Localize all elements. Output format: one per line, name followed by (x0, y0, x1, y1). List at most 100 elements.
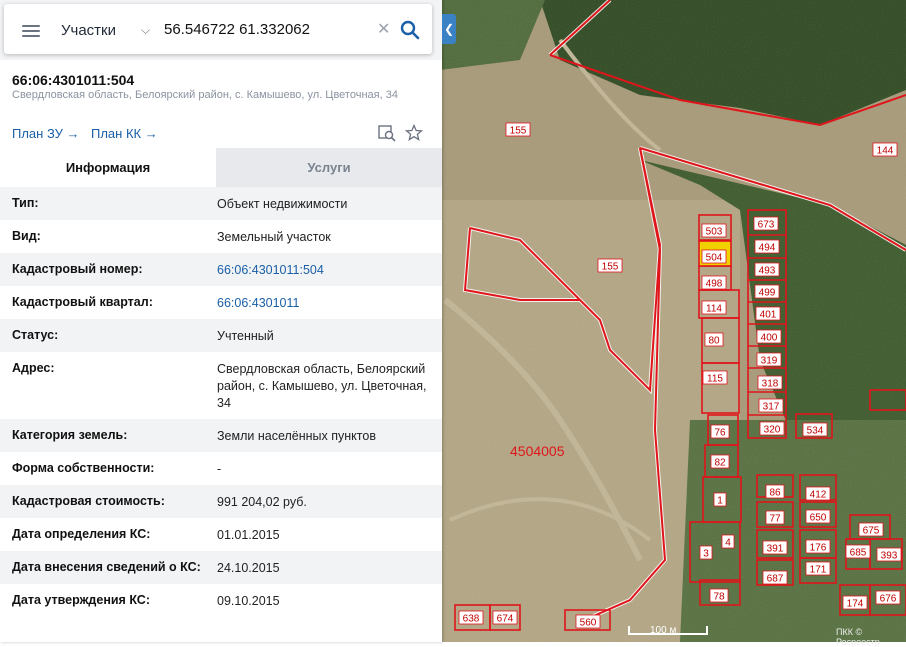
row-key: Адрес: (12, 361, 55, 375)
plot-label[interactable]: 493 (759, 266, 776, 277)
plot-label[interactable]: 76 (714, 428, 726, 439)
plot-label[interactable]: 171 (810, 565, 827, 576)
plot-label[interactable]: 77 (769, 514, 781, 525)
plot-label[interactable]: 115 (707, 374, 723, 385)
row-key: Тип: (12, 196, 39, 210)
plot-label[interactable]: 504 (706, 253, 723, 264)
table-row: Статус: Учтенный (0, 319, 442, 352)
row-key: Дата определения КС: (12, 527, 151, 541)
row-key: Кадастровый номер: (12, 262, 143, 276)
copyright-label: ПКК © Росреестр (836, 627, 880, 647)
plot-label[interactable]: 494 (759, 243, 776, 254)
row-value: Объект недвижимости (217, 197, 348, 211)
table-row: Тип: Объект недвижимости (0, 187, 442, 220)
plot-label[interactable]: 3 (703, 549, 709, 560)
row-value: 991 204,02 руб. (217, 495, 307, 509)
collapse-panel-button[interactable]: ❮ (442, 14, 456, 44)
table-row: Дата определения КС: 01.01.2015 (0, 518, 442, 551)
plot-label[interactable]: 86 (769, 488, 781, 499)
row-value: Свердловская область, Белоярский район, … (217, 362, 427, 410)
plot-label[interactable]: 499 (759, 288, 776, 299)
row-key: Дата внесения сведений о КС: (12, 560, 201, 574)
table-row: Дата внесения сведений о КС: 24.10.2015 (0, 551, 442, 584)
table-row: Вид: Земельный участок (0, 220, 442, 253)
row-key: Кадастровый квартал: (12, 295, 153, 309)
table-row: Кадастровый номер: 66:06:4301011:504 (0, 253, 442, 286)
row-value: Учтенный (217, 329, 274, 343)
plot-label[interactable]: 400 (761, 333, 778, 344)
row-value: 01.01.2015 (217, 528, 280, 542)
row-value: - (217, 462, 222, 476)
row-key: Форма собственности: (12, 461, 155, 475)
plot-label[interactable]: 534 (807, 426, 824, 437)
plot-label[interactable]: 78 (713, 592, 725, 603)
table-row: Кадастровый квартал: 66:06:4301011 (0, 286, 442, 319)
row-value: Земельный участок (217, 230, 331, 244)
row-value: Земли населённых пунктов (217, 429, 376, 443)
address-subtitle: Свердловская область, Белоярский район, … (12, 89, 398, 101)
cadastral-number-title: 66:06:4301011:504 (12, 72, 135, 88)
plot-label[interactable]: 155 (602, 262, 619, 273)
tab-information[interactable]: Информация (0, 148, 216, 187)
plot-label[interactable]: 318 (762, 379, 779, 390)
chevron-down-icon[interactable]: ⌵ (141, 23, 150, 38)
plot-label[interactable]: 560 (580, 618, 597, 629)
plot-label[interactable]: 675 (863, 526, 880, 537)
plot-label[interactable]: 674 (497, 614, 514, 625)
search-icon[interactable] (400, 20, 420, 40)
tabs: Информация Услуги (0, 148, 442, 187)
map-search-icon[interactable] (378, 124, 396, 142)
plot-label[interactable]: 82 (714, 458, 726, 469)
row-key: Дата утверждения КС: (12, 593, 150, 607)
star-icon[interactable] (405, 124, 423, 142)
plan-zu-link[interactable]: План ЗУ → (12, 126, 80, 141)
plan-kk-link[interactable]: План КК → (91, 126, 158, 141)
plot-label[interactable]: 650 (810, 513, 827, 524)
plot-label[interactable]: 114 (706, 304, 722, 315)
search-input[interactable] (164, 16, 376, 42)
cadastral-number-link[interactable]: 66:06:4301011:504 (217, 262, 432, 279)
plot-label[interactable]: 320 (764, 425, 781, 436)
table-row: Адрес: Свердловская область, Белоярский р… (0, 352, 442, 419)
close-icon[interactable]: ✕ (377, 22, 390, 38)
search-category[interactable]: Участки (61, 22, 116, 39)
plot-label[interactable]: 80 (708, 336, 720, 347)
plot-label[interactable]: 673 (758, 220, 775, 231)
info-panel: Участки ⌵ ✕ 66:06:4301011:504 Свердловск… (0, 0, 442, 642)
menu-icon[interactable] (22, 25, 40, 37)
row-value: 24.10.2015 (217, 561, 280, 575)
table-row: Кадастровая стоимость: 991 204,02 руб. (0, 485, 442, 518)
plot-label[interactable]: 393 (881, 551, 898, 562)
search-bar[interactable]: Участки ⌵ ✕ (4, 4, 432, 54)
cadastral-quarter-link[interactable]: 66:06:4301011 (217, 295, 432, 312)
plot-label[interactable]: 317 (763, 402, 780, 413)
row-key: Категория земель: (12, 428, 128, 442)
table-row: Категория земель: Земли населённых пункто… (0, 419, 442, 452)
plot-label[interactable]: 676 (880, 594, 897, 605)
scale-label: 100 м (650, 625, 677, 636)
plot-label[interactable]: 319 (761, 356, 778, 367)
row-key: Вид: (12, 229, 41, 243)
plot-label[interactable]: 176 (810, 543, 827, 554)
plot-label[interactable]: 503 (706, 227, 723, 238)
plot-label[interactable]: 1 (717, 496, 723, 507)
plot-label[interactable]: 498 (706, 279, 723, 290)
plot-label[interactable]: 401 (760, 310, 777, 321)
quarter-label: 4504005 (510, 443, 565, 459)
plot-label[interactable]: 144 (877, 146, 894, 157)
plot-label[interactable]: 391 (767, 544, 784, 555)
plot-label[interactable]: 685 (850, 548, 867, 559)
plot-label[interactable]: 412 (810, 490, 827, 501)
table-row: Дата утверждения КС: 09.10.2015 (0, 584, 442, 617)
tab-services[interactable]: Услуги (216, 148, 442, 187)
plot-label[interactable]: 174 (847, 599, 864, 610)
row-key: Кадастровая стоимость: (12, 494, 165, 508)
row-key: Статус: (12, 328, 59, 342)
attribute-table: Тип: Объект недвижимости Вид: Земельный уч… (0, 187, 442, 617)
plot-label[interactable]: 638 (463, 614, 480, 625)
plot-label[interactable]: 4 (725, 538, 731, 549)
plot-label[interactable]: 687 (767, 574, 784, 585)
plot-label[interactable]: 155 (510, 126, 527, 137)
row-value: 09.10.2015 (217, 594, 280, 608)
table-row: Форма собственности: - (0, 452, 442, 485)
